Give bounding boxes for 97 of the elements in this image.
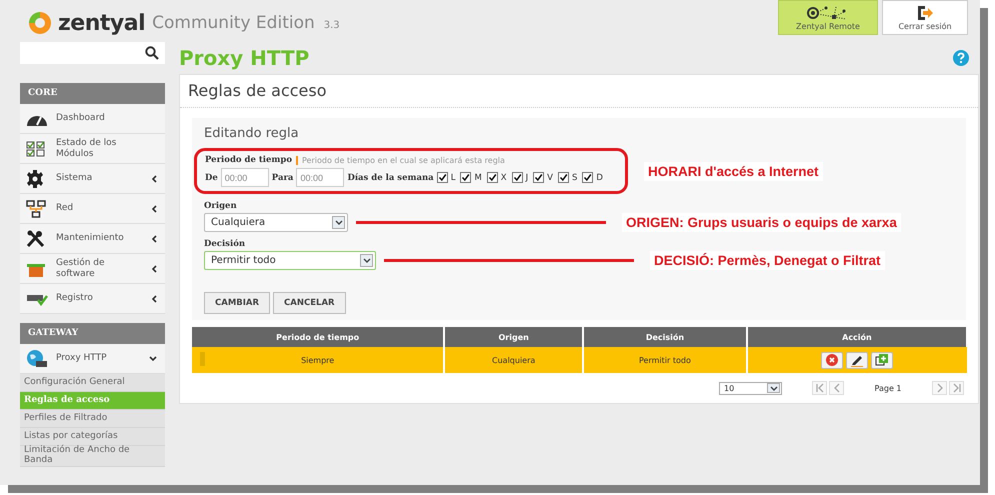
menu-item[interactable]: Mantenimiento xyxy=(20,224,165,254)
menu-item[interactable]: Dashboard xyxy=(20,104,165,134)
chevron-right-icon xyxy=(934,383,944,393)
time-field[interactable]: 00:00 xyxy=(220,168,269,187)
field-hint: Periodo de tiempo en el cual se aplicará esta regla xyxy=(302,156,505,164)
chevron-left-icon xyxy=(151,264,157,272)
chevron-left-icon xyxy=(151,204,157,212)
menu-item-label: Estado de los Módulos xyxy=(56,137,118,160)
checkbox[interactable] xyxy=(582,172,594,183)
column-header: Acción xyxy=(746,327,967,347)
chevron-left-icon xyxy=(832,383,842,393)
field-label: De xyxy=(205,172,218,182)
dropdown-icon xyxy=(332,216,345,229)
form-title: Editando regla xyxy=(204,126,300,141)
column-header: Periodo de tiempo xyxy=(192,327,444,347)
menu-item[interactable]: Red xyxy=(20,194,165,224)
page-size-select[interactable]: 10 xyxy=(719,382,782,394)
chevron-left-icon xyxy=(151,174,157,182)
section-header: GATEWAY xyxy=(20,323,165,344)
menu-item[interactable]: Sistema xyxy=(20,164,165,194)
checkbox[interactable] xyxy=(486,172,498,183)
tools-icon xyxy=(26,230,46,248)
table-cell: Permitir todo xyxy=(583,347,747,373)
dropdown-icon xyxy=(767,383,780,393)
day-label: D xyxy=(596,172,603,182)
panel-title: Reglas de acceso xyxy=(180,75,978,108)
close-icon xyxy=(826,354,838,366)
search-field[interactable] xyxy=(20,42,165,64)
menu-item-label: Registro xyxy=(56,292,94,306)
chevron-left-icon xyxy=(151,234,157,242)
checklist-icon xyxy=(26,140,46,156)
dropdown-icon xyxy=(360,254,373,267)
logout-icon xyxy=(916,4,934,20)
field-label: Origen xyxy=(204,201,238,211)
select-field[interactable]: Permitir todo xyxy=(204,251,376,270)
help-icon[interactable] xyxy=(953,50,969,66)
logo-text: zentyal xyxy=(58,10,146,36)
chevron-down-icon xyxy=(149,356,157,362)
remote-button[interactable]: Zentyal Remote xyxy=(778,0,878,35)
checkbox[interactable] xyxy=(512,172,523,183)
edition-text: Community Edition xyxy=(152,13,315,33)
network-icon xyxy=(26,200,46,218)
day-label: J xyxy=(526,172,528,182)
column-header: Decisión xyxy=(583,327,747,347)
day-label: V xyxy=(547,172,553,182)
page-indicator: Page 1 xyxy=(874,384,902,392)
copy-plus-icon xyxy=(875,353,890,367)
day-label: M xyxy=(474,172,482,182)
form-button[interactable]: CAMBIAR xyxy=(204,292,270,314)
edit-button[interactable] xyxy=(846,352,868,368)
field-label: Decisión xyxy=(204,239,246,249)
table-cell: Cualquiera xyxy=(444,347,584,373)
annotation-text: HORARI d'accés a Internet xyxy=(644,162,823,180)
select-field[interactable]: Cualquiera xyxy=(204,213,348,232)
field-label: Periodo de tiempo xyxy=(205,155,292,165)
section-header: CORE xyxy=(20,83,165,104)
annotation-text: ORIGEN: Grups usuaris o equips de xarxa xyxy=(622,213,901,232)
form-button[interactable]: CANCELAR xyxy=(273,292,346,314)
submenu-item[interactable]: Configuración General xyxy=(20,374,165,392)
menu-item[interactable]: Proxy HTTP xyxy=(20,344,165,374)
day-label: L xyxy=(450,172,456,182)
time-field[interactable]: 00:00 xyxy=(296,168,344,187)
checkbox[interactable] xyxy=(460,172,472,183)
menu-item-label: Proxy HTTP xyxy=(56,352,108,366)
menu-item-label: Dashboard xyxy=(56,112,106,126)
last-page-icon xyxy=(952,383,962,393)
first-page-icon xyxy=(814,383,824,393)
column-header: Origen xyxy=(444,327,584,347)
menu-item-label: Gestión de software xyxy=(56,256,106,280)
version-text: 3.3 xyxy=(324,20,340,30)
page-title: Proxy HTTP xyxy=(179,46,310,70)
table-cell: Siempre xyxy=(192,347,444,373)
menu-item[interactable]: Gestión de software xyxy=(20,254,165,284)
clone-button[interactable] xyxy=(871,352,894,368)
checkbox[interactable] xyxy=(436,172,448,183)
gear-icon xyxy=(26,170,44,188)
field-label: Para xyxy=(272,172,294,182)
search-icon xyxy=(145,46,159,60)
day-label: X xyxy=(500,172,507,182)
menu-item-label: Sistema xyxy=(56,172,94,186)
checkbox[interactable] xyxy=(558,172,569,183)
menu-item[interactable]: Estado de los Módulos xyxy=(20,134,165,164)
annotation-text: DECISIÓ: Permès, Denegat o Filtrat xyxy=(650,251,885,270)
checkbox[interactable] xyxy=(533,172,544,183)
submenu-item[interactable]: Listas por categorías xyxy=(20,428,165,446)
menu-item-label: Mantenimiento xyxy=(56,232,125,246)
submenu-item[interactable]: Limitación de Ancho de Banda xyxy=(20,446,165,467)
delete-button[interactable] xyxy=(821,352,844,368)
logout-button[interactable]: Cerrar sesión xyxy=(882,0,968,35)
submenu-item[interactable]: Perfiles de Filtrado xyxy=(20,410,165,428)
chevron-left-icon xyxy=(151,294,157,302)
day-label: S xyxy=(572,172,578,182)
menu-item[interactable]: Registro xyxy=(20,284,165,314)
field-label: Días de la semana xyxy=(347,172,434,182)
pencil-icon xyxy=(850,353,864,367)
menu-item-label: Red xyxy=(56,202,74,216)
globe-computer-icon xyxy=(26,348,48,368)
